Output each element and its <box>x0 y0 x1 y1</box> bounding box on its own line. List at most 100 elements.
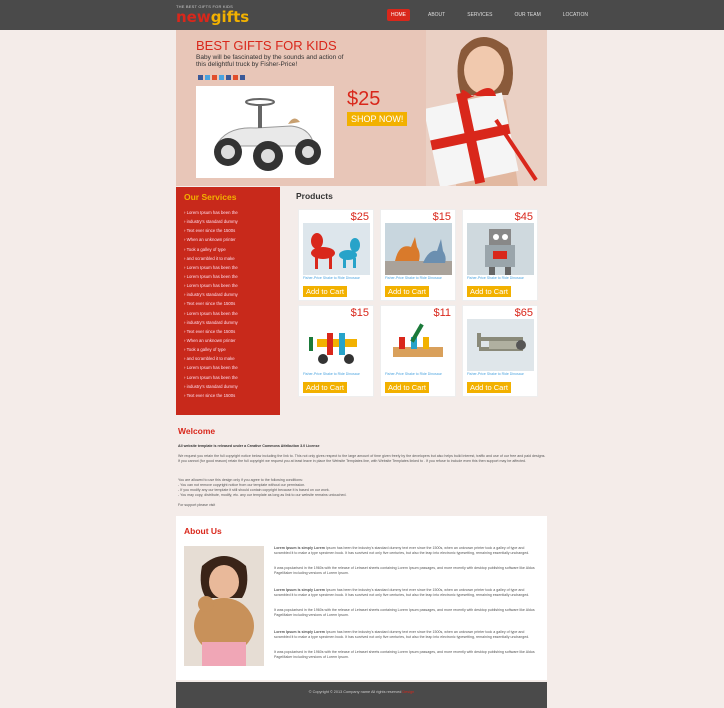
services-panel: Our Services Lorem Ipsum has been the in… <box>176 187 280 415</box>
dinosaur-icon[interactable] <box>385 223 452 275</box>
services-title: Our Services <box>184 192 237 202</box>
nav-home[interactable]: HOME <box>387 9 410 21</box>
mail-icon[interactable] <box>219 75 224 80</box>
product-price: $45 <box>514 211 533 223</box>
nav-our-team[interactable]: OUR TEAM <box>510 9 544 21</box>
shop-now-button[interactable]: SHOP NOW! <box>347 112 408 126</box>
twitter-icon[interactable] <box>205 75 210 80</box>
service-item[interactable]: Text ever since the 1500s <box>184 226 238 235</box>
about-lead: Lorem Ipsum is simply Lorem <box>274 588 325 592</box>
service-item[interactable]: industry's standard dummy <box>184 217 238 226</box>
product-desc[interactable]: Fisher-Price Shake to Ride Dinosaur <box>385 276 453 281</box>
plus-icon[interactable] <box>240 75 245 80</box>
about-lead: Lorem Ipsum is simply Lorem <box>274 630 325 634</box>
robot-icon[interactable] <box>467 223 534 275</box>
service-item[interactable]: and scrambled it to make <box>184 254 238 263</box>
add-to-cart-button[interactable]: Add to Cart <box>303 382 347 393</box>
service-item[interactable]: Lorem Ipsum has been the <box>184 208 238 217</box>
product-desc[interactable]: Fisher-Price Shake to Ride Dinosaur <box>385 372 453 377</box>
product-card: $45 Fisher-Price Shake to Ride Dinosaur … <box>462 209 538 301</box>
footer-link[interactable]: Design <box>402 690 414 694</box>
print-icon[interactable] <box>226 75 231 80</box>
product-price: $15 <box>432 211 451 223</box>
child-photo-icon <box>184 546 264 666</box>
products-section: Products $25 Fisher-Price Shake to Ride … <box>290 187 547 417</box>
condition-item: - You can not remove copyright notice fr… <box>178 483 306 487</box>
service-item[interactable]: Lorem Ipsum has been the <box>184 373 238 382</box>
product-price: $11 <box>433 307 451 319</box>
welcome-conditions: You are allowed to use this design only … <box>178 478 303 482</box>
services-list: Lorem Ipsum has been the industry's stan… <box>184 208 238 400</box>
social-icons <box>198 75 245 80</box>
service-item[interactable]: and scrambled it to make <box>184 354 238 363</box>
ride-on-car-icon <box>214 98 321 171</box>
service-item[interactable]: Took a galley of type <box>184 245 238 254</box>
product-card: $15 Fisher-Price Shake to Ride Dinosaur … <box>380 209 456 301</box>
toy-plane-icon[interactable] <box>303 319 370 371</box>
product-card: $11 Fisher-Price Shake to Ride Dinosaur … <box>380 305 456 397</box>
nav-about[interactable]: ABOUT <box>424 9 449 21</box>
service-item[interactable]: industry's standard dummy <box>184 290 238 299</box>
service-item[interactable]: Lorem Ipsum has been the <box>184 281 238 290</box>
service-item[interactable]: When an unknown printer <box>184 336 238 345</box>
footer-text: © Copyright © 2013 Company name All righ… <box>308 690 415 694</box>
service-item[interactable]: Lorem Ipsum has been the <box>184 363 238 372</box>
add-to-cart-button[interactable]: Add to Cart <box>303 286 347 297</box>
service-item[interactable]: When an unknown printer <box>184 235 238 244</box>
nav-services[interactable]: SERVICES <box>463 9 496 21</box>
product-desc[interactable]: Fisher-Price Shake to Ride Dinosaur <box>467 276 535 281</box>
logo-wordmark: newgifts <box>176 8 250 26</box>
ride-on-car-image <box>196 86 334 178</box>
child-with-teddy-bear-image <box>184 546 264 666</box>
girl-with-gift-icon <box>423 30 547 188</box>
support-text[interactable]: For support please visit <box>178 503 546 508</box>
product-desc[interactable]: Fisher-Price Shake to Ride Dinosaur <box>467 372 535 377</box>
service-item[interactable]: Lorem Ipsum has been the <box>184 309 238 318</box>
about-section: About Us Lorem Ipsum is simply Lorem Ips… <box>176 516 547 680</box>
rss-icon[interactable] <box>233 75 238 80</box>
product-card: $15 Fisher-Price Shake to Ride Dinosaur … <box>298 305 374 397</box>
condition-item: - If you modify any our template it stil… <box>178 488 330 492</box>
service-item[interactable]: industry's standard dummy <box>184 382 238 391</box>
hero-subtitle: Baby will be fascinated by the sounds an… <box>196 54 344 68</box>
about-text: It was popularised in the 1960s with the… <box>274 566 535 575</box>
service-item[interactable]: Took a galley of type <box>184 345 238 354</box>
product-desc[interactable]: Fisher-Price Shake to Ride Dinosaur <box>303 276 371 281</box>
hero-price: $25 <box>347 88 381 110</box>
service-item[interactable]: Text ever since the 1500s <box>184 327 238 336</box>
product-price: $65 <box>514 307 533 319</box>
add-to-cart-button[interactable]: Add to Cart <box>385 382 429 393</box>
top-bar: THE BEST GIFTS FOR KIDS newgifts HOME AB… <box>0 0 724 30</box>
about-text: It was popularised in the 1960s with the… <box>274 608 535 617</box>
hero-girl-gift-image <box>423 30 547 188</box>
welcome-paragraph: We request you retain the full copyright… <box>178 454 546 463</box>
nav-location[interactable]: LOCATION <box>559 9 592 21</box>
service-item[interactable]: Lorem Ipsum has been the <box>184 263 238 272</box>
about-lead: Lorem Ipsum is simply Lorem <box>274 546 325 550</box>
product-desc[interactable]: Fisher-Price Shake to Ride Dinosaur <box>303 372 371 377</box>
service-item[interactable]: Lorem Ipsum has been the <box>184 272 238 281</box>
footer: © Copyright © 2013 Company name All righ… <box>176 682 547 708</box>
site-logo[interactable]: THE BEST GIFTS FOR KIDS newgifts <box>176 4 249 25</box>
main-nav: HOME ABOUT SERVICES OUR TEAM LOCATION <box>387 9 606 21</box>
license-text: All website template is released under a… <box>178 444 320 448</box>
facebook-icon[interactable] <box>198 75 203 80</box>
product-card: $25 Fisher-Price Shake to Ride Dinosaur … <box>298 209 374 301</box>
products-title: Products <box>296 191 333 201</box>
add-to-cart-button[interactable]: Add to Cart <box>385 286 429 297</box>
product-price: $25 <box>350 211 369 223</box>
service-item[interactable]: industry's standard dummy <box>184 318 238 327</box>
add-to-cart-button[interactable]: Add to Cart <box>467 286 511 297</box>
share-icon[interactable] <box>212 75 217 80</box>
condition-item: - You may copy, distribute, modify, etc.… <box>178 493 347 497</box>
about-title: About Us <box>184 526 222 536</box>
hero-title: BEST GIFTS FOR KIDS <box>196 38 337 53</box>
service-item[interactable]: Text ever since the 1500s <box>184 391 238 400</box>
pound-bench-icon[interactable] <box>385 319 452 371</box>
add-to-cart-button[interactable]: Add to Cart <box>467 382 511 393</box>
product-price: $15 <box>350 307 369 319</box>
balloon-dog-icon[interactable] <box>303 223 370 275</box>
product-card: $65 Fisher-Price Shake to Ride Dinosaur … <box>462 305 538 397</box>
service-item[interactable]: Text ever since the 1500s <box>184 299 238 308</box>
biplane-icon[interactable] <box>467 319 534 371</box>
